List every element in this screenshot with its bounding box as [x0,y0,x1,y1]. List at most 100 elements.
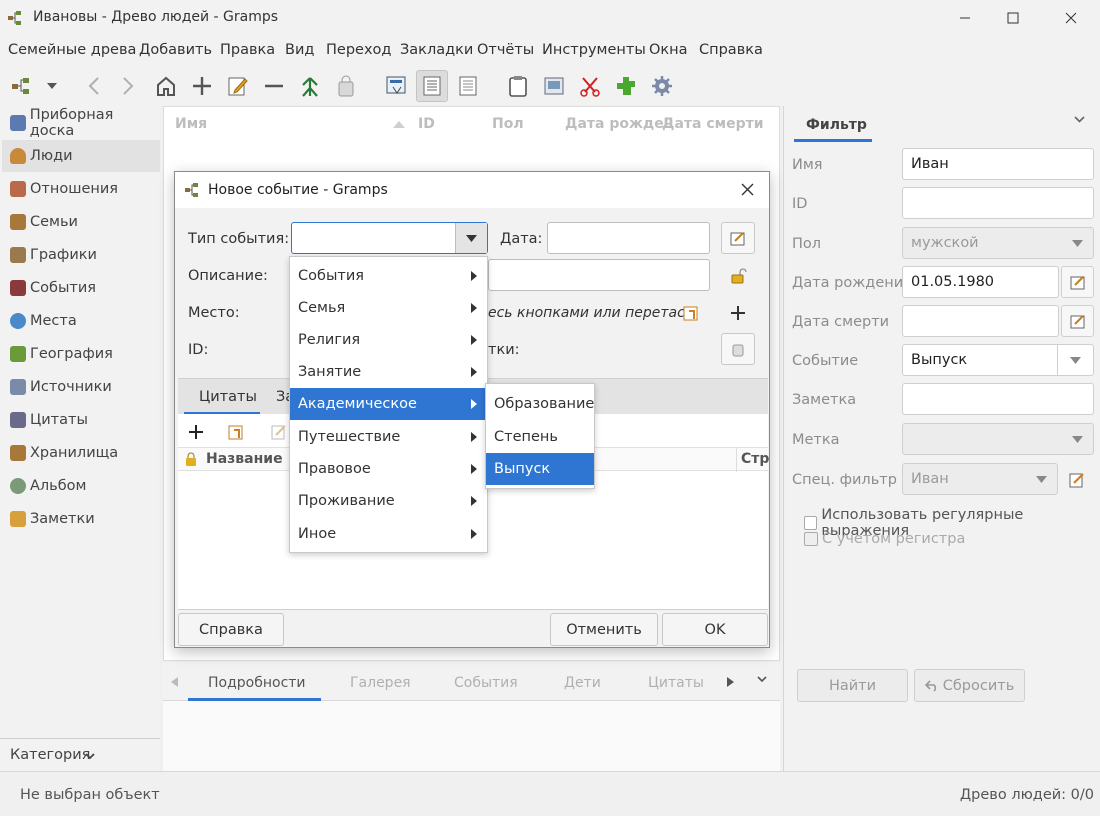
sidebar-item-events[interactable]: События [2,272,160,304]
menu-item-travel[interactable]: Путешествие [290,421,487,453]
sidebar-item-places[interactable]: Места [2,305,160,337]
gear-icon[interactable] [646,70,678,102]
sidebar-item-relationships[interactable]: Отношения [2,173,160,205]
menu-item-academic[interactable]: Академическое [290,388,487,420]
tab-children[interactable]: Дети [564,675,601,691]
column-header-death[interactable]: Дата смерти [662,116,764,132]
filter-id-input[interactable] [902,187,1094,219]
column-header-id[interactable]: ID [418,116,435,132]
chevron-down-icon[interactable] [757,676,767,683]
sidebar-item-sources[interactable]: Источники [2,371,160,403]
menu-windows[interactable]: Окна [649,42,688,58]
edit-citation-icon[interactable] [271,424,287,440]
close-icon[interactable] [741,183,754,196]
merge-icon[interactable] [294,70,326,102]
add-icon[interactable] [186,70,218,102]
date-edit-button[interactable] [721,222,755,254]
menu-item-legal[interactable]: Правовое [290,453,487,485]
menu-reports[interactable]: Отчёты [477,42,534,58]
tab-citations[interactable]: Цитаты [648,675,704,691]
share-place-icon[interactable] [683,305,701,322]
chevron-down-icon[interactable] [1057,344,1093,376]
lock-icon[interactable] [330,70,362,102]
menu-edit[interactable]: Правка [220,42,275,58]
menu-item-other[interactable]: Иное [290,518,487,550]
filter-death-input[interactable] [902,305,1059,337]
ok-button[interactable]: OK [662,613,768,646]
tab-citations[interactable]: Цитаты [184,379,260,415]
date-input[interactable] [547,222,710,254]
birth-date-edit-button[interactable] [1061,266,1094,298]
tab-gallery[interactable]: Галерея [350,675,411,691]
grouped-view-icon[interactable] [452,70,484,102]
menu-item-graduation[interactable]: Выпуск [486,453,594,485]
home-icon[interactable] [150,70,182,102]
sidebar-item-charts[interactable]: Графики [2,239,160,271]
tab-events[interactable]: События [454,675,518,691]
back-arrow-icon[interactable] [78,70,110,102]
menu-bookmarks[interactable]: Закладки [400,42,473,58]
sidebar-item-geography[interactable]: География [2,338,160,370]
menu-item-degree[interactable]: Степень [486,421,594,453]
sidebar-item-citations[interactable]: Цитаты [2,404,160,436]
maximize-button[interactable] [990,0,1036,36]
event-type-dropdown-button[interactable] [455,223,487,253]
chevron-down-icon[interactable] [1074,116,1085,123]
tab-filter[interactable]: Фильтр [794,106,872,142]
tags-edit-button[interactable] [721,333,755,365]
menu-item-family[interactable]: Семья [290,292,487,324]
menu-family-trees[interactable]: Семейные древа [8,42,136,58]
menu-view[interactable]: Вид [285,42,314,58]
filter-custom-select[interactable]: Иван [902,463,1058,495]
sidebar-item-repositories[interactable]: Хранилища [2,437,160,469]
filter-tag-select[interactable] [902,423,1094,455]
filter-birth-input[interactable]: 01.05.1980 [902,266,1059,298]
menu-item-events[interactable]: События [290,260,487,292]
clipboard-icon[interactable] [502,70,534,102]
menu-go[interactable]: Переход [326,42,391,58]
case-sensitive-checkbox[interactable]: С учетом регистра [804,531,965,547]
plugin-icon[interactable] [610,70,642,102]
menu-help[interactable]: Справка [699,42,763,58]
column-header-birth[interactable]: Дата рожден [565,116,673,132]
death-date-edit-button[interactable] [1061,305,1094,337]
report-icon[interactable] [538,70,570,102]
menu-add[interactable]: Добавить [139,42,212,58]
reset-button[interactable]: Сбросить [914,669,1025,702]
filter-event-combo[interactable]: Выпуск [902,344,1094,376]
menu-item-residence[interactable]: Проживание [290,485,487,517]
cancel-button[interactable]: Отменить [550,613,658,646]
column-header-name[interactable]: Имя [175,116,207,132]
column-header-gender[interactable]: Пол [492,116,524,132]
help-button[interactable]: Справка [178,613,284,646]
menu-item-education[interactable]: Образование [486,388,594,420]
edit-filter-icon[interactable] [1069,472,1085,488]
edit-icon[interactable] [222,70,254,102]
list-view-icon[interactable] [416,70,448,102]
column-header-title[interactable]: Название [206,451,283,467]
menu-tools[interactable]: Инструменты [542,42,646,58]
tree-view-icon[interactable] [380,70,412,102]
category-selector[interactable]: Категория [0,738,160,771]
remove-icon[interactable] [258,70,290,102]
family-trees-icon[interactable] [6,70,38,102]
tab-details[interactable]: Подробности [188,663,321,701]
sidebar-item-people[interactable]: Люди [2,140,160,172]
description-input[interactable] [488,259,710,291]
privacy-unlocked-icon[interactable] [731,268,749,284]
tabs-scroll-right-icon[interactable] [727,677,734,687]
sidebar-item-media[interactable]: Альбом [2,470,160,502]
filter-gender-select[interactable]: мужской [902,227,1094,259]
menu-item-religion[interactable]: Религия [290,324,487,356]
column-header-page[interactable]: Стр [741,451,769,467]
sidebar-item-dashboard[interactable]: Приборная доска [2,107,160,139]
chevron-down-icon[interactable] [42,70,62,102]
tools-scissors-icon[interactable] [574,70,606,102]
sidebar-item-notes[interactable]: Заметки [2,503,160,535]
add-place-icon[interactable] [730,305,746,321]
find-button[interactable]: Найти [797,669,908,702]
minimize-button[interactable] [942,0,988,36]
close-window-button[interactable] [1048,0,1094,36]
forward-arrow-icon[interactable] [112,70,144,102]
sidebar-item-families[interactable]: Семьи [2,206,160,238]
